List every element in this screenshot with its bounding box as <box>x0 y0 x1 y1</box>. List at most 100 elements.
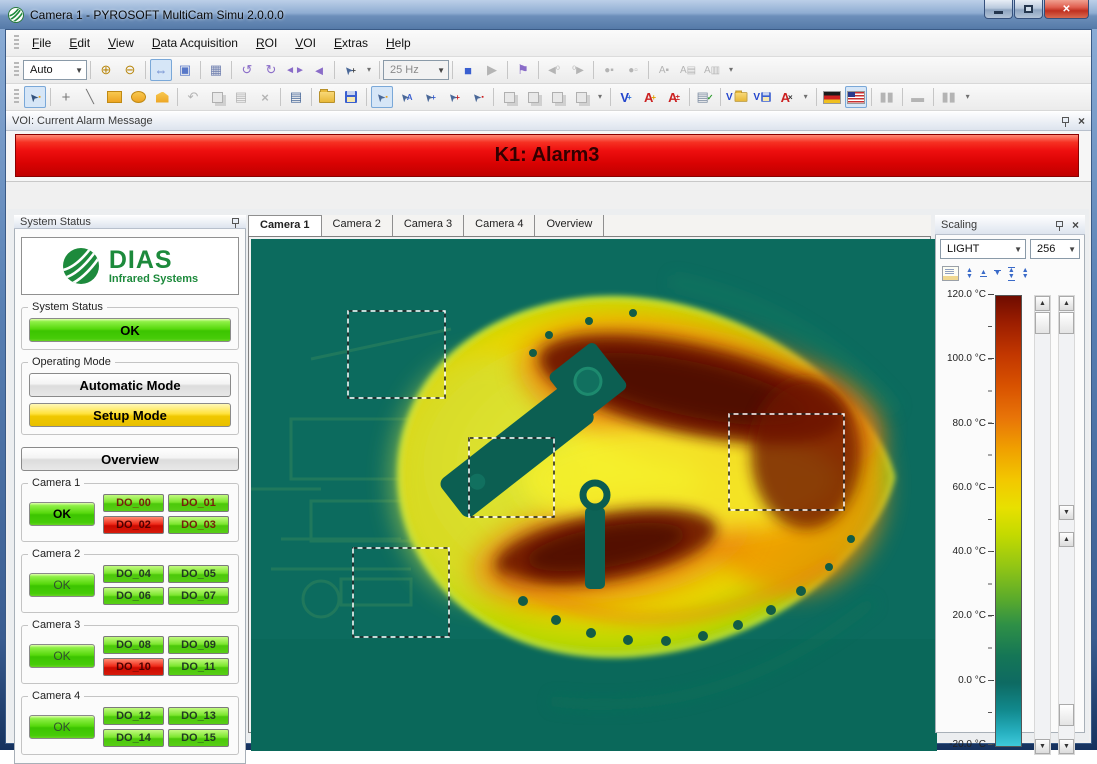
language-english-icon[interactable] <box>845 86 867 108</box>
toolbar-overflow-icon[interactable]: ▾ <box>364 68 374 72</box>
grid-icon[interactable]: ▦ <box>205 59 227 81</box>
language-german-icon[interactable] <box>821 86 843 108</box>
roi-add-red-icon[interactable]: ➤+ <box>443 86 465 108</box>
system-status-pin-icon[interactable] <box>231 217 240 228</box>
flip-vertical-icon[interactable]: ◄ <box>308 59 330 81</box>
upper-limit-thumb[interactable] <box>1059 312 1074 334</box>
tab-overview[interactable]: Overview <box>535 215 604 236</box>
zoom-out-icon[interactable]: ⊖ <box>119 59 141 81</box>
save-text-c-icon[interactable]: A▥ <box>701 59 723 81</box>
menu-roi[interactable]: ROI <box>247 32 286 54</box>
menu-edit[interactable]: Edit <box>60 32 99 54</box>
full-image-icon[interactable]: ▣ <box>174 59 196 81</box>
menu-help[interactable]: Help <box>377 32 420 54</box>
record-sequence-icon[interactable]: ●▫ <box>622 59 644 81</box>
open-icon[interactable] <box>316 86 338 108</box>
lower-limit-down-button[interactable]: ▼ <box>1059 739 1074 754</box>
save-icon[interactable] <box>340 86 362 108</box>
upper-limit-up-button[interactable]: ▲ <box>1059 296 1074 311</box>
zoom-in-icon[interactable]: ⊕ <box>95 59 117 81</box>
layer-3-icon[interactable] <box>546 86 568 108</box>
cursor-add-icon[interactable]: ➤+ <box>339 59 361 81</box>
scaling-close-icon[interactable]: × <box>1072 220 1079 230</box>
toolbar4-overflow-icon[interactable]: ▾ <box>801 95 811 99</box>
shift-down-button[interactable]: ▼ <box>1035 739 1050 754</box>
menu-data-acquisition[interactable]: Data Acquisition <box>143 32 247 54</box>
roi-delete-icon[interactable]: ➤▪ <box>467 86 489 108</box>
lower-limit-up-button[interactable]: ▲ <box>1059 532 1074 547</box>
save-text-a-icon[interactable]: A▪ <box>653 59 675 81</box>
alarm-add-2-icon[interactable]: A± <box>663 86 685 108</box>
flag-icon[interactable]: ⚑ <box>512 59 534 81</box>
voi-add-icon[interactable]: V+ <box>615 86 637 108</box>
scale-expand-icon[interactable]: ▲▼ <box>966 268 973 280</box>
play-icon[interactable]: ▶ <box>481 59 503 81</box>
shift-thumb[interactable] <box>1035 312 1050 334</box>
delete-icon[interactable]: × <box>254 86 276 108</box>
palette-properties-icon[interactable] <box>942 266 959 281</box>
menu-view[interactable]: View <box>99 32 143 54</box>
tab-camera-2[interactable]: Camera 2 <box>322 215 393 236</box>
line-tool-icon[interactable]: ╲ <box>79 86 101 108</box>
zoom-mode-combo[interactable]: Auto▼ <box>23 60 87 80</box>
overview-button[interactable]: Overview <box>21 447 239 471</box>
shift-up-button[interactable]: ▲ <box>1035 296 1050 311</box>
audio-out-icon[interactable]: ⁰▶ <box>567 59 589 81</box>
point-tool-icon[interactable]: + <box>55 86 77 108</box>
flip-horizontal-icon[interactable]: ◄► <box>284 59 306 81</box>
roi-select-icon[interactable]: ➤▪ <box>371 86 393 108</box>
select-tool-icon[interactable]: ➤▪ <box>24 86 46 108</box>
audio-in-icon[interactable]: ◀⁰ <box>543 59 565 81</box>
copy-icon[interactable] <box>206 86 228 108</box>
paste-icon[interactable]: ▤ <box>230 86 252 108</box>
pause-a-icon[interactable]: ▮▮ <box>876 86 898 108</box>
toolbar5-overflow-icon[interactable]: ▾ <box>963 95 973 99</box>
voi-form-icon[interactable]: ▤✓ <box>694 86 716 108</box>
save-text-b-icon[interactable]: A▤ <box>677 59 699 81</box>
thermal-image[interactable] <box>251 239 937 751</box>
fit-window-icon[interactable]: ⇔ <box>150 59 172 81</box>
roi-add-label-icon[interactable]: ➤A <box>395 86 417 108</box>
scale-max-up-icon[interactable]: ▲ <box>980 270 987 277</box>
upper-limit-down-button[interactable]: ▼ <box>1059 505 1074 520</box>
framerate-combo[interactable]: 25 Hz▼ <box>383 60 449 80</box>
stop-icon[interactable]: ■ <box>457 59 479 81</box>
stop-wide-icon[interactable]: ▬ <box>907 86 929 108</box>
record-image-icon[interactable]: ●▪ <box>598 59 620 81</box>
scale-shift-scrollbar[interactable]: ▲ ▼ <box>1034 295 1051 755</box>
palette-combo[interactable]: LIGHT▼ <box>940 239 1026 259</box>
tab-camera-3[interactable]: Camera 3 <box>393 215 464 236</box>
setup-mode-button[interactable]: Setup Mode <box>29 403 231 427</box>
toolbar-overflow2-icon[interactable]: ▾ <box>726 68 736 72</box>
voi-pin-icon[interactable] <box>1061 116 1070 127</box>
alarm-add-icon[interactable]: A+ <box>639 86 661 108</box>
rotate-right-icon[interactable]: ↻ <box>260 59 282 81</box>
layer-1-icon[interactable] <box>498 86 520 108</box>
voi-save-icon[interactable]: V <box>752 86 774 108</box>
menu-extras[interactable]: Extras <box>325 32 377 54</box>
scale-auto-full-icon[interactable]: ▲▼ <box>1008 267 1015 281</box>
rotate-left-icon[interactable]: ↺ <box>236 59 258 81</box>
tab-camera-4[interactable]: Camera 4 <box>464 215 535 236</box>
polygon-tool-icon[interactable] <box>151 86 173 108</box>
undo-icon[interactable]: ↶ <box>182 86 204 108</box>
scale-min-down-icon[interactable]: ▼ <box>994 270 1001 277</box>
layer-4-icon[interactable] <box>570 86 592 108</box>
scale-limit-scrollbar[interactable]: ▲ ▼ ▲ ▼ <box>1058 295 1075 755</box>
levels-combo[interactable]: 256▼ <box>1030 239 1080 259</box>
scale-auto-icon[interactable]: ▲▼ <box>1022 268 1029 280</box>
minimize-button[interactable] <box>984 0 1013 19</box>
close-button[interactable]: ✕ <box>1044 0 1089 19</box>
pause-b-icon[interactable]: ▮▮ <box>938 86 960 108</box>
maximize-button[interactable] <box>1014 0 1043 19</box>
menu-voi[interactable]: VOI <box>286 32 325 54</box>
roi-add-blue-icon[interactable]: ➤+ <box>419 86 441 108</box>
tab-camera-1[interactable]: Camera 1 <box>248 215 322 236</box>
rectangle-tool-icon[interactable] <box>103 86 125 108</box>
menu-file[interactable]: File <box>23 32 60 54</box>
ellipse-tool-icon[interactable] <box>127 86 149 108</box>
scaling-pin-icon[interactable] <box>1055 220 1064 231</box>
edit-list-icon[interactable]: ▤ <box>285 86 307 108</box>
toolbar3-overflow-icon[interactable]: ▾ <box>595 95 605 99</box>
automatic-mode-button[interactable]: Automatic Mode <box>29 373 231 397</box>
